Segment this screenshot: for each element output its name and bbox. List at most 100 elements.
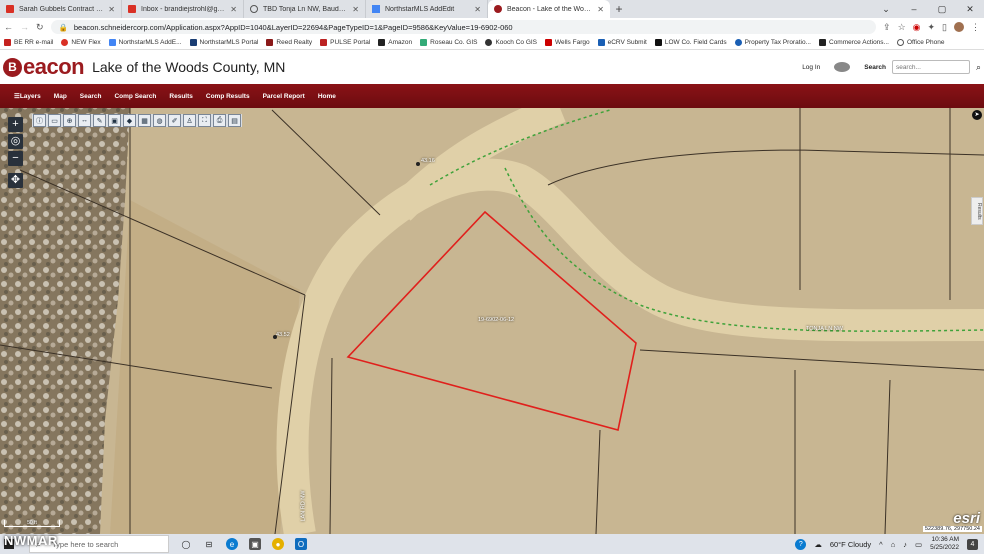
- nav-comp-search[interactable]: Comp Search: [114, 93, 156, 100]
- print-icon[interactable]: ⎙: [213, 114, 226, 127]
- bookmark[interactable]: Reed Realty: [266, 39, 312, 46]
- person-icon[interactable]: ♙: [183, 114, 196, 127]
- clock-date: 5/25/2022: [930, 544, 959, 551]
- tray-chevron-icon[interactable]: ^: [879, 540, 883, 549]
- close-icon[interactable]: ✕: [352, 5, 359, 14]
- close-icon[interactable]: ✕: [597, 5, 604, 14]
- pan-button[interactable]: ✥: [8, 173, 23, 188]
- minimize-button[interactable]: –: [900, 0, 928, 18]
- search-icon[interactable]: ⌕: [976, 62, 981, 73]
- store-icon[interactable]: ▣: [249, 538, 261, 550]
- bookmark[interactable]: NorthstarMLS AddE...: [108, 39, 182, 46]
- zoom-out-button[interactable]: −: [8, 151, 23, 166]
- results-side-tab[interactable]: Results: [971, 197, 983, 225]
- chrome-icon[interactable]: ●: [272, 538, 284, 550]
- nav-parcel-report[interactable]: Parcel Report: [263, 93, 305, 100]
- zoom-box-icon[interactable]: ⊕: [63, 114, 76, 127]
- bookmark[interactable]: Wells Fargo: [545, 39, 590, 46]
- tab-title: NorthstarMLS AddEdit: [385, 5, 455, 13]
- browser-tab[interactable]: TBD Tonja Ln NW, Baudette, MN✕: [244, 0, 366, 18]
- extension-icon[interactable]: ◉: [913, 22, 921, 33]
- draw-icon[interactable]: ✎: [93, 114, 106, 127]
- bookmark-icon: [320, 39, 328, 46]
- compass-icon[interactable]: ➤: [972, 110, 982, 120]
- notification-badge[interactable]: 4: [967, 538, 978, 550]
- close-icon[interactable]: ✕: [230, 5, 237, 14]
- bookmark-icon: [654, 39, 662, 46]
- search-input[interactable]: [891, 60, 970, 74]
- battery-icon[interactable]: ▭: [915, 540, 922, 549]
- nav-layers[interactable]: ☰Layers: [14, 92, 41, 100]
- bookmark[interactable]: Property Tax Proratio...: [734, 39, 811, 46]
- profile-avatar[interactable]: [954, 22, 964, 32]
- volume-icon[interactable]: ♪: [903, 540, 907, 549]
- task-view-icon[interactable]: ◯: [180, 538, 192, 550]
- save-icon[interactable]: ▤: [228, 114, 241, 127]
- browser-tab-active[interactable]: Beacon - Lake of the Woods Co✕: [488, 0, 610, 18]
- bookmark[interactable]: NorthstarMLS Portal: [189, 39, 258, 46]
- login-link[interactable]: Log In: [802, 64, 820, 71]
- weather-text[interactable]: 60°F Cloudy: [830, 540, 871, 549]
- bookmark[interactable]: Kooch Co GIS: [485, 39, 537, 46]
- identify-icon[interactable]: ⓘ: [33, 114, 46, 127]
- pin-icon[interactable]: ◆: [123, 114, 136, 127]
- bookmark[interactable]: Amazon: [378, 39, 412, 46]
- photo-icon[interactable]: ▣: [108, 114, 121, 127]
- system-tray: ? ☁ 60°F Cloudy ^ ⌂ ♪ ▭ 10:36 AM 5/25/20…: [795, 536, 984, 552]
- grid-icon[interactable]: ▦: [138, 114, 151, 127]
- buffer-icon[interactable]: ◍: [153, 114, 166, 127]
- zoom-in-button[interactable]: +: [8, 117, 23, 132]
- full-extent-icon[interactable]: ⛶: [198, 114, 211, 127]
- address-bar[interactable]: 🔒 beacon.schneidercorp.com/Application.a…: [50, 20, 877, 34]
- network-icon[interactable]: ⌂: [891, 540, 896, 549]
- window-close-button[interactable]: ✕: [956, 0, 984, 18]
- bookmark-label: LOW Co. Field Cards: [664, 39, 727, 46]
- bookmark-icon: [189, 39, 197, 46]
- bookmark[interactable]: Office Phone: [896, 39, 944, 46]
- map-view[interactable]: 19-6902-06-12 TONJA LN NW LAN RD NW 43.1…: [0, 108, 984, 534]
- bookmark[interactable]: Roseau Co. GIS: [420, 39, 477, 46]
- reload-icon[interactable]: ↻: [36, 22, 44, 33]
- menu-icon[interactable]: ⋮: [971, 22, 980, 33]
- share-icon[interactable]: ⇪: [883, 22, 891, 33]
- bookmark[interactable]: NEW Flex: [61, 39, 101, 46]
- widgets-icon[interactable]: ⊟: [203, 538, 215, 550]
- new-tab-button[interactable]: +: [610, 0, 628, 18]
- nav-map[interactable]: Map: [54, 93, 67, 100]
- nav-search[interactable]: Search: [80, 93, 102, 100]
- maximize-button[interactable]: ▢: [928, 0, 956, 18]
- bookmark[interactable]: BE RR e-mail: [4, 39, 53, 46]
- clock[interactable]: 10:36 AM 5/25/2022: [930, 536, 959, 552]
- outlook-icon[interactable]: O: [295, 538, 307, 550]
- bookmark[interactable]: eCRV Submit: [597, 39, 647, 46]
- nav-home[interactable]: Home: [318, 93, 336, 100]
- select-icon[interactable]: ▭: [48, 114, 61, 127]
- clock-time: 10:36 AM: [931, 536, 959, 543]
- bookmark[interactable]: LOW Co. Field Cards: [654, 39, 727, 46]
- lock-icon: 🔒: [58, 22, 68, 32]
- browser-tab[interactable]: NorthstarMLS AddEdit ✕: [366, 0, 488, 18]
- map-toolbar: ⓘ ▭ ⊕ ↔ ✎ ▣ ◆ ▦ ◍ ✐ ♙ ⛶ ⎙ ▤: [32, 114, 242, 127]
- tab-search-icon[interactable]: ⌄: [872, 0, 900, 18]
- bookmark[interactable]: PULSE Portal: [320, 39, 370, 46]
- search-label: Search: [864, 63, 886, 71]
- bookmark[interactable]: Commerce Actions...: [819, 39, 889, 46]
- sidepanel-icon[interactable]: ▯: [942, 22, 947, 33]
- close-icon[interactable]: ✕: [474, 5, 481, 14]
- browser-tab[interactable]: Sarah Gubbels Contract questio✕: [0, 0, 122, 18]
- browser-tab-strip: Sarah Gubbels Contract questio✕ Inbox - …: [0, 0, 984, 18]
- browser-tab[interactable]: Inbox - brandiejstrohl@gmail.co✕: [122, 0, 244, 18]
- close-icon[interactable]: ✕: [108, 5, 115, 14]
- help-icon[interactable]: ?: [795, 538, 807, 550]
- puzzle-icon[interactable]: ✦: [928, 22, 936, 33]
- globe-button[interactable]: ◎: [8, 134, 23, 149]
- nav-results[interactable]: Results: [169, 93, 192, 100]
- back-icon[interactable]: ←: [4, 22, 13, 32]
- nav-comp-results[interactable]: Comp Results: [206, 93, 250, 100]
- bookmark-star-icon[interactable]: ☆: [898, 22, 906, 33]
- measure-icon[interactable]: ↔: [78, 114, 91, 127]
- edge-icon[interactable]: e: [226, 538, 238, 550]
- beacon-logo[interactable]: B eacon: [3, 54, 85, 80]
- pencil-icon[interactable]: ✐: [168, 114, 181, 127]
- forward-icon[interactable]: →: [20, 22, 29, 32]
